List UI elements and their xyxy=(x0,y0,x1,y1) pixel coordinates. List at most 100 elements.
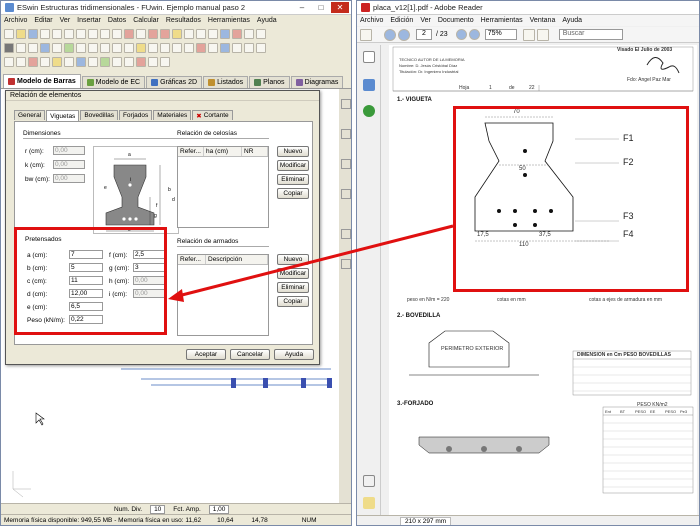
bar-red-icon[interactable] xyxy=(28,56,38,67)
cut-icon[interactable] xyxy=(64,28,74,39)
menu-item-herramientas[interactable]: Herramientas xyxy=(208,17,250,24)
side-tool-icon[interactable] xyxy=(341,99,351,109)
nuevo-button[interactable]: Nuevo xyxy=(277,254,309,265)
modificar-button[interactable]: Modificar xyxy=(277,268,309,279)
ortho-icon[interactable] xyxy=(172,42,182,53)
measure-icon[interactable] xyxy=(220,28,230,39)
sum-icon[interactable] xyxy=(148,28,158,39)
dim-icon[interactable] xyxy=(88,42,98,53)
maximize-button[interactable]: □ xyxy=(312,2,330,13)
fit-page-icon[interactable] xyxy=(522,28,535,41)
zoom-out-icon[interactable] xyxy=(455,29,467,40)
move-icon[interactable] xyxy=(184,28,194,39)
mirror-icon[interactable] xyxy=(208,28,218,39)
page-current-input[interactable]: 2 xyxy=(416,29,432,40)
tab-diagramas[interactable]: Diagramas xyxy=(290,76,344,88)
zoom-in-icon[interactable] xyxy=(100,42,110,53)
paint-icon[interactable] xyxy=(76,56,86,67)
new-icon[interactable] xyxy=(4,28,14,39)
menu-item-calcular[interactable]: Calcular xyxy=(133,17,159,24)
dialog-tab-bovedillas[interactable]: Bovedillas xyxy=(80,110,118,120)
menu-item-insertar[interactable]: Insertar xyxy=(77,17,101,24)
side-tool-icon[interactable] xyxy=(341,129,351,139)
close-button[interactable]: ✕ xyxy=(331,2,349,13)
dialog-tab-forjados[interactable]: Forjados xyxy=(118,110,153,120)
hatch-icon[interactable] xyxy=(148,56,158,67)
circle-icon[interactable] xyxy=(124,56,134,67)
pencil-icon[interactable] xyxy=(52,56,62,67)
delete-icon[interactable] xyxy=(124,28,134,39)
attachment-icon[interactable] xyxy=(363,475,375,487)
eliminar-button[interactable]: Eliminar xyxy=(277,282,309,293)
arrow-left-icon[interactable] xyxy=(4,56,14,67)
side-tool-icon[interactable] xyxy=(341,159,351,169)
snap-icon[interactable] xyxy=(160,42,170,53)
column-header[interactable]: ha (cm) xyxy=(204,147,242,156)
dialog-tab-materiales[interactable]: Materiales xyxy=(153,110,192,120)
chart-icon[interactable] xyxy=(244,42,254,53)
dialog-tab-viguetas[interactable]: Viguetas xyxy=(46,110,80,121)
column-header[interactable]: Refer... xyxy=(178,147,204,156)
menu-item-resultados[interactable]: Resultados xyxy=(166,17,201,24)
tab-modelo-de-barras[interactable]: Modelo de Barras xyxy=(3,74,81,88)
cube-icon[interactable] xyxy=(220,42,230,53)
pages-icon[interactable] xyxy=(363,51,375,63)
nuevo-button[interactable]: Nuevo xyxy=(277,146,309,157)
column-header[interactable]: Descripción xyxy=(206,255,268,264)
copiar-button[interactable]: Copiar xyxy=(277,188,309,199)
text-icon[interactable] xyxy=(76,42,86,53)
grid-icon[interactable] xyxy=(160,28,170,39)
menu-item-ayuda[interactable]: Ayuda xyxy=(257,17,277,24)
tool-icon[interactable] xyxy=(232,28,242,39)
arrow-icon[interactable] xyxy=(172,28,182,39)
side-tool-icon[interactable] xyxy=(341,259,351,269)
line-icon[interactable] xyxy=(88,56,98,67)
eliminar-button[interactable]: Eliminar xyxy=(277,174,309,185)
bar-icon[interactable] xyxy=(28,42,38,53)
num-div-value[interactable]: 10 xyxy=(150,504,166,514)
print-icon[interactable] xyxy=(360,28,372,41)
select-icon[interactable] xyxy=(136,28,146,39)
rect-icon[interactable] xyxy=(112,56,122,67)
copiar-button[interactable]: Copiar xyxy=(277,296,309,307)
open-icon[interactable] xyxy=(16,28,26,39)
save-icon[interactable] xyxy=(28,28,38,39)
side-tool-icon[interactable] xyxy=(341,229,351,239)
eraser-icon[interactable] xyxy=(64,56,74,67)
node-icon[interactable] xyxy=(16,42,26,53)
arrow-right-icon[interactable] xyxy=(16,56,26,67)
side-tool-icon[interactable] xyxy=(341,189,351,199)
redo-icon[interactable] xyxy=(112,28,122,39)
comments-icon[interactable] xyxy=(363,497,375,509)
dim-input[interactable]: 0,00 xyxy=(53,174,85,183)
zoom-in-icon[interactable] xyxy=(468,29,480,40)
modificar-button[interactable]: Modificar xyxy=(277,160,309,171)
paste-icon[interactable] xyxy=(88,28,98,39)
menu-item-ventana[interactable]: Ventana xyxy=(530,17,556,24)
target-icon[interactable] xyxy=(148,42,158,53)
prev-page-icon[interactable] xyxy=(384,28,396,41)
support-icon[interactable] xyxy=(52,42,62,53)
load-icon[interactable] xyxy=(64,42,74,53)
bar-gray-icon[interactable] xyxy=(40,56,50,67)
menu-item-ver[interactable]: Ver xyxy=(420,17,431,24)
error-icon[interactable] xyxy=(196,42,206,53)
tab-planos[interactable]: Planos xyxy=(249,76,290,88)
dialog-tab-cortante[interactable]: ✖ Cortante xyxy=(192,110,233,120)
aceptar-button[interactable]: Aceptar xyxy=(186,349,226,360)
next-page-icon[interactable] xyxy=(398,28,410,41)
zoom-out-icon[interactable] xyxy=(112,42,122,53)
plane-icon[interactable] xyxy=(40,42,50,53)
undo-icon[interactable] xyxy=(100,28,110,39)
column-header[interactable]: NR xyxy=(242,147,268,156)
tab-modelo-de-ec[interactable]: Modelo de EC xyxy=(81,76,146,88)
zoom-select[interactable]: 75% xyxy=(484,29,517,40)
menu-item-ayuda[interactable]: Ayuda xyxy=(562,17,582,24)
menu-item-archivo[interactable]: Archivo xyxy=(360,17,383,24)
ayuda-button[interactable]: Ayuda xyxy=(274,349,314,360)
pan-icon[interactable] xyxy=(124,42,134,53)
preview-icon[interactable] xyxy=(52,28,62,39)
fill-icon[interactable] xyxy=(160,56,170,67)
tab-listados[interactable]: Listados xyxy=(203,76,249,88)
rotate-icon[interactable] xyxy=(196,28,206,39)
